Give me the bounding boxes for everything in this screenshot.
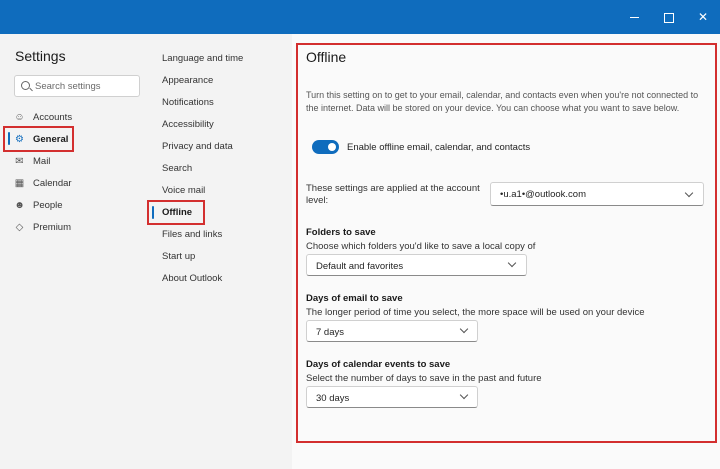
calendar-days-dropdown-value: 30 days: [316, 393, 350, 404]
subnav-item-files-and-links[interactable]: Files and links: [162, 229, 222, 240]
subnav-item-voice-mail[interactable]: Voice mail: [162, 185, 205, 196]
mail-icon: ✉: [15, 155, 24, 167]
offline-description: Turn this setting on to get to your emai…: [306, 90, 699, 113]
close-button[interactable]: ✕: [694, 8, 712, 26]
subnav-item-search[interactable]: Search: [162, 163, 192, 174]
subnav-item-privacy-and-data[interactable]: Privacy and data: [162, 141, 233, 152]
subnav-item-language-and-time[interactable]: Language and time: [162, 53, 243, 64]
subnav-item-appearance[interactable]: Appearance: [162, 75, 213, 86]
email-days-dropdown-value: 7 days: [316, 327, 344, 338]
highlight-box-offline: [147, 200, 205, 225]
offline-toggle-label: Enable offline email, calendar, and cont…: [347, 142, 531, 153]
email-days-desc: The longer period of time you select, th…: [306, 307, 645, 318]
maximize-button[interactable]: [660, 8, 678, 26]
person-icon: ☺: [14, 111, 25, 123]
calendar-days-title: Days of calendar events to save: [306, 359, 451, 370]
subnav-item-accessibility[interactable]: Accessibility: [162, 119, 214, 130]
calendar-days-dropdown[interactable]: 30 days: [306, 386, 478, 408]
folders-dropdown-value: Default and favorites: [316, 261, 404, 272]
calendar-days-desc: Select the number of days to save in the…: [306, 373, 542, 384]
chevron-down-icon: [459, 324, 469, 334]
people-icon: ☻: [14, 199, 25, 211]
subnav-item-notifications[interactable]: Notifications: [162, 97, 214, 108]
minimize-button[interactable]: [626, 8, 644, 26]
subnav-item-about-outlook[interactable]: About Outlook: [162, 273, 222, 284]
sidebar-item-label: Calendar: [33, 177, 72, 189]
chevron-down-icon: [459, 390, 469, 400]
diamond-icon: ◇: [15, 221, 24, 233]
calendar-icon: ▦: [14, 177, 25, 189]
account-dropdown-value: •u.a1•@outlook.com: [500, 189, 587, 200]
search-box[interactable]: [14, 75, 140, 97]
sidebar-item-mail[interactable]: ✉ Mail: [14, 152, 50, 170]
email-days-title: Days of email to save: [306, 293, 403, 304]
folders-title: Folders to save: [306, 227, 376, 238]
chevron-down-icon: [507, 258, 517, 268]
sidebar-item-premium[interactable]: ◇ Premium: [14, 218, 71, 236]
offline-toggle[interactable]: [312, 140, 339, 154]
search-icon: [21, 81, 30, 90]
highlight-box-general: [3, 126, 74, 152]
settings-nav-pane: [0, 34, 292, 469]
toggle-knob: [328, 143, 336, 151]
sidebar-item-people[interactable]: ☻ People: [14, 196, 63, 214]
title-bar: ✕: [0, 0, 720, 34]
sidebar-item-accounts[interactable]: ☺ Accounts: [14, 108, 72, 126]
account-dropdown[interactable]: •u.a1•@outlook.com: [490, 182, 704, 206]
folders-dropdown[interactable]: Default and favorites: [306, 254, 527, 276]
sidebar-item-label: Mail: [33, 155, 51, 167]
folders-desc: Choose which folders you'd like to save …: [306, 241, 536, 252]
search-input[interactable]: [35, 79, 135, 94]
account-label: These settings are applied at the accoun…: [306, 183, 480, 206]
sidebar-item-calendar[interactable]: ▦ Calendar: [14, 174, 72, 192]
chevron-down-icon: [684, 188, 694, 198]
subnav-item-start-up[interactable]: Start up: [162, 251, 195, 262]
email-days-dropdown[interactable]: 7 days: [306, 320, 478, 342]
sidebar-item-label: People: [33, 199, 63, 211]
sidebar-item-label: Accounts: [33, 111, 73, 123]
sidebar-item-label: Premium: [33, 221, 72, 233]
settings-title: Settings: [15, 48, 66, 64]
page-title: Offline: [306, 49, 347, 65]
